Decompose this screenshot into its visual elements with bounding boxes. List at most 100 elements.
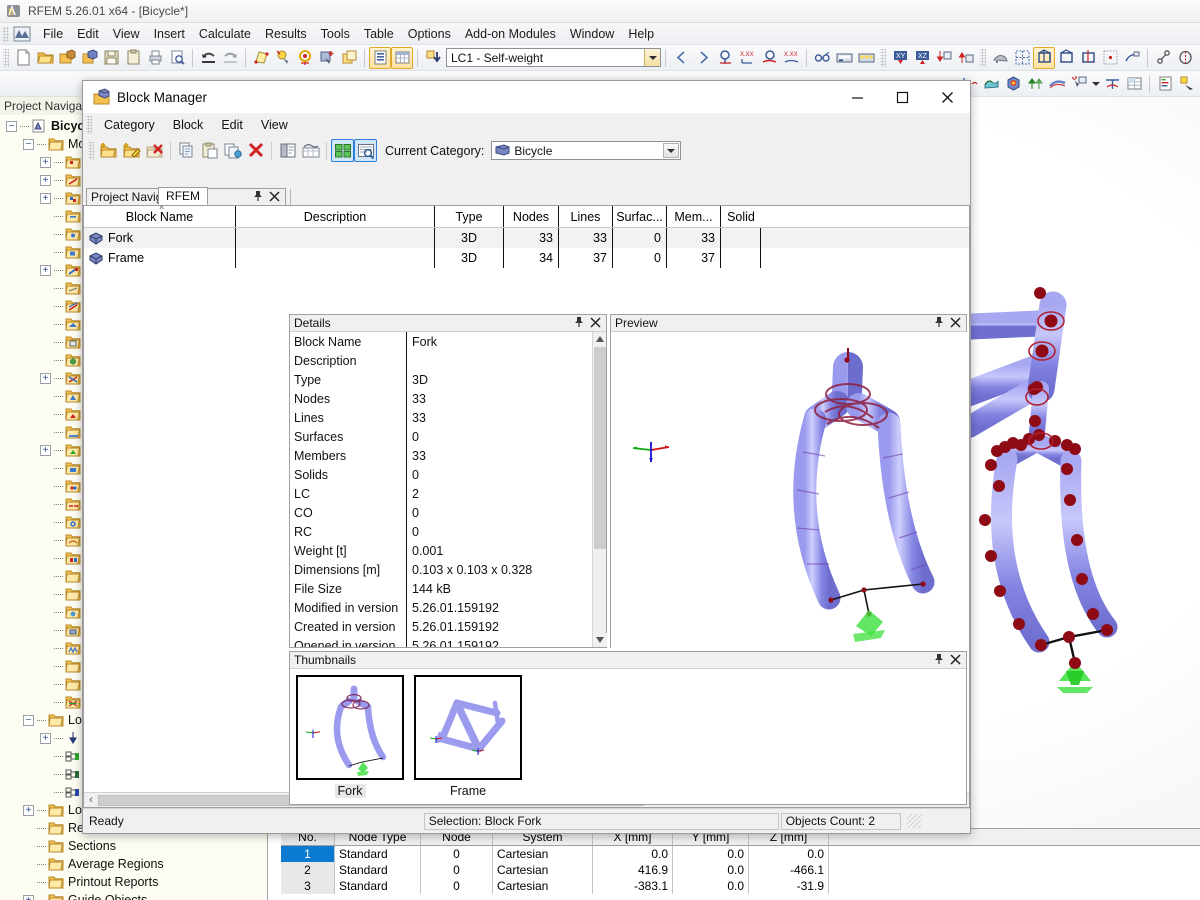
- menu-tools[interactable]: Tools: [314, 25, 357, 43]
- menu-help[interactable]: Help: [621, 25, 661, 43]
- tree-item-sections[interactable]: Sections: [0, 837, 267, 855]
- select-objects-icon[interactable]: [272, 47, 294, 69]
- bm-menu-category[interactable]: Category: [95, 116, 164, 134]
- close-button[interactable]: [925, 81, 970, 113]
- details-scroll-thumb[interactable]: [594, 347, 606, 549]
- block-row[interactable]: Frame 3D 34 37 0 37: [84, 248, 969, 268]
- tree-expander[interactable]: −: [23, 138, 34, 150]
- fork-3d-model-preview[interactable]: [611, 332, 969, 648]
- menubar-grip[interactable]: [2, 25, 9, 42]
- tree-expander[interactable]: +: [40, 156, 51, 168]
- menu-calculate[interactable]: Calculate: [192, 25, 258, 43]
- pin-icon[interactable]: [253, 190, 263, 205]
- copy-icon[interactable]: [175, 139, 198, 162]
- details-icon[interactable]: [276, 139, 299, 162]
- tree-expander[interactable]: +: [40, 174, 51, 186]
- results-display-icon[interactable]: [714, 47, 736, 69]
- load-case-combo[interactable]: LC1 - Self-weight: [446, 48, 661, 67]
- bm-menu-edit[interactable]: Edit: [212, 116, 252, 134]
- scroll-left-icon[interactable]: ‹: [84, 794, 98, 806]
- show-numbering-icon[interactable]: [1033, 46, 1055, 69]
- paste-icon[interactable]: [198, 139, 221, 162]
- tree-expander[interactable]: +: [40, 732, 51, 744]
- pick-result-dropdown-icon[interactable]: [1090, 73, 1101, 95]
- result-table-icon[interactable]: [1123, 73, 1145, 95]
- current-category-dropdown-arrow[interactable]: [663, 143, 680, 158]
- tree-item-guide-objects[interactable]: + Guide Objects: [0, 891, 267, 900]
- open-3d-icon[interactable]: [78, 47, 100, 69]
- block-grid-body[interactable]: Fork 3D 33 33 0 33 Frame 3D 34 37 0 37: [84, 228, 969, 268]
- printout-report-2-icon[interactable]: [855, 47, 877, 69]
- result-solid-icon[interactable]: [1002, 73, 1024, 95]
- tree-expander[interactable]: +: [40, 264, 51, 276]
- detail-view-icon[interactable]: [354, 139, 377, 162]
- grid-column-header-mem-[interactable]: Mem...: [667, 206, 721, 227]
- view-plane-up-icon[interactable]: [955, 47, 977, 69]
- close-icon[interactable]: [269, 190, 280, 205]
- minimize-button[interactable]: [835, 81, 880, 113]
- render-model-icon[interactable]: [250, 47, 272, 69]
- member-force-icon[interactable]: [1024, 73, 1046, 95]
- measure-icon[interactable]: [1152, 47, 1174, 69]
- grid-column-header-block-name[interactable]: Block Name ^: [84, 204, 236, 227]
- edit-category-icon[interactable]: [120, 139, 143, 162]
- show-numbering-2-icon[interactable]: [1055, 47, 1077, 69]
- node-table-row[interactable]: 3 Standard 0 Cartesian -383.1 0.0 -31.9: [281, 878, 1200, 894]
- details-vscrollbar[interactable]: [592, 332, 607, 647]
- deformation-icon[interactable]: [758, 47, 780, 69]
- maximize-button[interactable]: [880, 81, 925, 113]
- rotate-icon[interactable]: [1174, 47, 1196, 69]
- new-file-icon[interactable]: [12, 47, 34, 69]
- tree-expander[interactable]: +: [23, 804, 34, 816]
- duplicate-icon[interactable]: [221, 139, 244, 162]
- grid-column-header-solid[interactable]: Solid: [721, 206, 761, 227]
- block-manager-dialog[interactable]: Block Manager Category Block Edit View C…: [82, 80, 971, 834]
- deformation-value-icon[interactable]: X.XX: [780, 47, 802, 69]
- block-row[interactable]: Fork 3D 33 33 0 33: [84, 228, 969, 248]
- thumbnail-item-frame[interactable]: Frame: [414, 675, 522, 804]
- new-window-icon[interactable]: [338, 47, 360, 69]
- resize-grip[interactable]: [906, 814, 921, 828]
- node-table[interactable]: No. Node Type Node System X [mm] Y [mm] Z [mm]…: [281, 828, 1200, 900]
- glasses-icon[interactable]: [811, 47, 833, 69]
- menu-insert[interactable]: Insert: [147, 25, 192, 43]
- scroll-up-icon[interactable]: [593, 332, 606, 346]
- bm-menu-view[interactable]: View: [252, 116, 297, 134]
- clipboard-icon[interactable]: [122, 47, 144, 69]
- thumbnails-area[interactable]: Fork Frame: [290, 669, 966, 804]
- grid-column-header-type[interactable]: Type: [435, 206, 504, 227]
- addon-module-icon[interactable]: [1176, 73, 1198, 95]
- pin-icon[interactable]: [934, 316, 944, 331]
- menu-options[interactable]: Options: [401, 25, 458, 43]
- printout-report-icon[interactable]: [833, 47, 855, 69]
- new-category-icon[interactable]: [97, 139, 120, 162]
- guide-lines-icon[interactable]: [1121, 47, 1143, 69]
- scroll-down-icon[interactable]: [593, 633, 607, 647]
- save-icon[interactable]: [100, 47, 122, 69]
- import-icon[interactable]: [299, 139, 322, 162]
- delete-category-icon[interactable]: [143, 139, 166, 162]
- view-front-icon[interactable]: XY: [889, 47, 911, 69]
- menu-addon-modules[interactable]: Add-on Modules: [458, 25, 563, 43]
- close-icon[interactable]: [950, 316, 961, 331]
- bm-toolbar-grip[interactable]: [88, 141, 94, 160]
- deformed-shape-icon[interactable]: [1046, 73, 1068, 95]
- next-icon[interactable]: [692, 47, 714, 69]
- load-case-dropdown-arrow[interactable]: [644, 49, 660, 66]
- grid-column-header-surfac-[interactable]: Surfac...: [613, 206, 667, 227]
- show-table-icon[interactable]: [369, 46, 391, 69]
- show-numbering-3-icon[interactable]: [1077, 47, 1099, 69]
- view-plane-down-icon[interactable]: [933, 47, 955, 69]
- grid-column-header-nodes[interactable]: Nodes: [504, 206, 559, 227]
- thumbnail-item-fork[interactable]: Fork: [296, 675, 404, 804]
- render-shaded-icon[interactable]: [989, 47, 1011, 69]
- bm-menu-block[interactable]: Block: [164, 116, 213, 134]
- tree-item-printout-reports[interactable]: Printout Reports: [0, 873, 267, 891]
- thumbnail-view-icon[interactable]: [331, 139, 354, 162]
- current-category-combo[interactable]: Bicycle: [491, 141, 682, 160]
- node-row-index[interactable]: 2: [281, 862, 335, 878]
- undo-icon[interactable]: [197, 47, 219, 69]
- menu-window[interactable]: Window: [563, 25, 621, 43]
- bm-menubar-grip[interactable]: [86, 116, 92, 134]
- view-back-icon[interactable]: XZ: [911, 47, 933, 69]
